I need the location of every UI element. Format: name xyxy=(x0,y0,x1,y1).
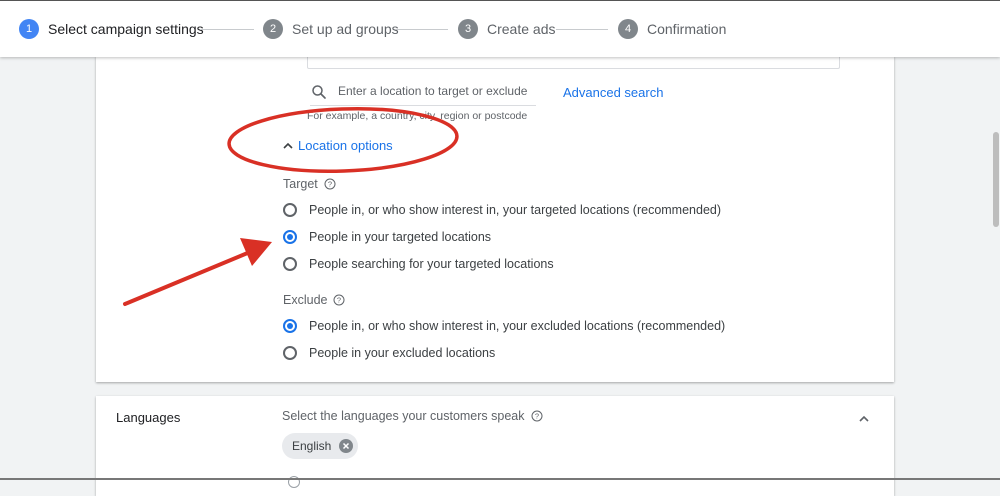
step-number: 2 xyxy=(263,19,283,39)
step-label: Confirmation xyxy=(647,21,727,37)
chip-label: English xyxy=(292,439,332,453)
exclude-section-title: Exclude ? xyxy=(283,293,345,307)
radio-button-selected[interactable] xyxy=(283,319,297,333)
exclude-option-presence-or-interest[interactable]: People in, or who show interest in, your… xyxy=(283,319,725,333)
step-label: Create ads xyxy=(487,21,556,37)
radio-button[interactable] xyxy=(283,203,297,217)
targeted-locations-box xyxy=(307,56,840,69)
target-title: Target xyxy=(283,177,318,191)
step-select-campaign-settings[interactable]: 1 Select campaign settings xyxy=(19,19,204,39)
languages-title: Languages xyxy=(116,410,181,425)
target-section-title: Target ? xyxy=(283,177,336,191)
svg-text:?: ? xyxy=(337,296,341,305)
advanced-search-link[interactable]: Advanced search xyxy=(563,85,663,100)
svg-text:?: ? xyxy=(534,412,538,421)
radio-label: People in, or who show interest in, your… xyxy=(309,319,726,333)
chevron-up-icon xyxy=(283,142,293,149)
radio-label: People in your excluded locations xyxy=(309,346,496,360)
radio-button[interactable] xyxy=(283,346,297,360)
languages-card: Languages Select the languages your cust… xyxy=(96,396,894,496)
target-option-presence-or-interest[interactable]: People in, or who show interest in, your… xyxy=(283,203,721,217)
language-chip-english: English xyxy=(282,433,359,459)
step-label: Set up ad groups xyxy=(292,21,399,37)
step-set-up-ad-groups[interactable]: 2 Set up ad groups xyxy=(263,19,399,39)
campaign-stepper: 1 Select campaign settings 2 Set up ad g… xyxy=(0,0,1000,57)
help-icon[interactable]: ? xyxy=(531,410,543,422)
step-create-ads[interactable]: 3 Create ads xyxy=(458,19,555,39)
languages-description: Select the languages your customers spea… xyxy=(282,409,525,423)
target-option-presence[interactable]: People in your targeted locations xyxy=(283,230,491,244)
step-connector xyxy=(396,29,448,30)
languages-description-row: Select the languages your customers spea… xyxy=(282,409,543,423)
svg-text:?: ? xyxy=(328,180,332,189)
close-icon xyxy=(343,442,350,450)
step-connector xyxy=(200,29,254,30)
radio-button-selected[interactable] xyxy=(283,230,297,244)
step-number: 3 xyxy=(458,19,478,39)
page-scrollbar-thumb[interactable] xyxy=(993,132,999,227)
help-icon[interactable]: ? xyxy=(324,178,336,190)
step-connector xyxy=(556,29,608,30)
step-confirmation[interactable]: 4 Confirmation xyxy=(618,19,726,39)
location-search[interactable] xyxy=(310,83,536,106)
radio-button[interactable] xyxy=(283,257,297,271)
search-icon xyxy=(312,85,326,99)
radio-label: People in your targeted locations xyxy=(309,230,492,244)
radio-label: People in, or who show interest in, your… xyxy=(309,203,722,217)
step-number: 1 xyxy=(19,19,39,39)
close-circle-icon[interactable] xyxy=(339,439,354,453)
location-search-input[interactable] xyxy=(338,84,534,98)
step-number: 4 xyxy=(618,19,638,39)
radio-label: People searching for your targeted locat… xyxy=(309,257,554,271)
location-options-toggle[interactable]: Location options xyxy=(282,138,393,153)
location-options-label: Location options xyxy=(298,138,393,153)
help-icon[interactable]: ? xyxy=(333,294,345,306)
step-label: Select campaign settings xyxy=(48,21,204,37)
chevron-up-icon[interactable] xyxy=(858,413,870,425)
location-helper-text: For example, a country, city, region or … xyxy=(307,110,528,122)
target-option-search-interest[interactable]: People searching for your targeted locat… xyxy=(283,257,554,271)
exclude-title: Exclude xyxy=(283,293,328,307)
locations-card: Advanced search For example, a country, … xyxy=(96,56,894,382)
exclude-option-presence[interactable]: People in your excluded locations xyxy=(283,346,495,360)
